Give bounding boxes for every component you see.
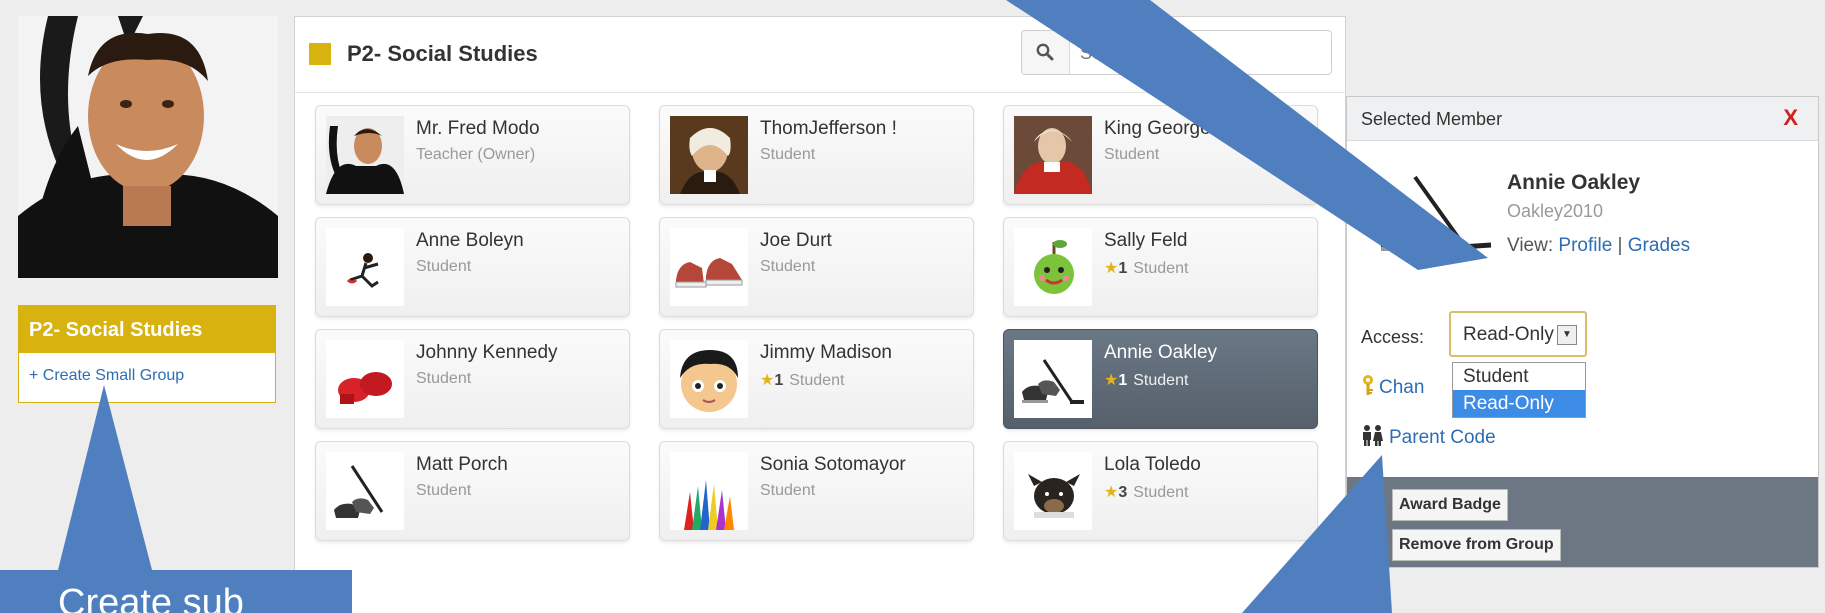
callout-label-box: Create sub	[0, 570, 352, 613]
callout-label-text: Create sub	[58, 582, 244, 613]
callout-arrow-bottom	[1242, 455, 1392, 613]
callout-arrow-top	[1006, 0, 1488, 270]
callout-arrow-left	[58, 385, 152, 570]
callout-arrows	[58, 0, 1488, 613]
